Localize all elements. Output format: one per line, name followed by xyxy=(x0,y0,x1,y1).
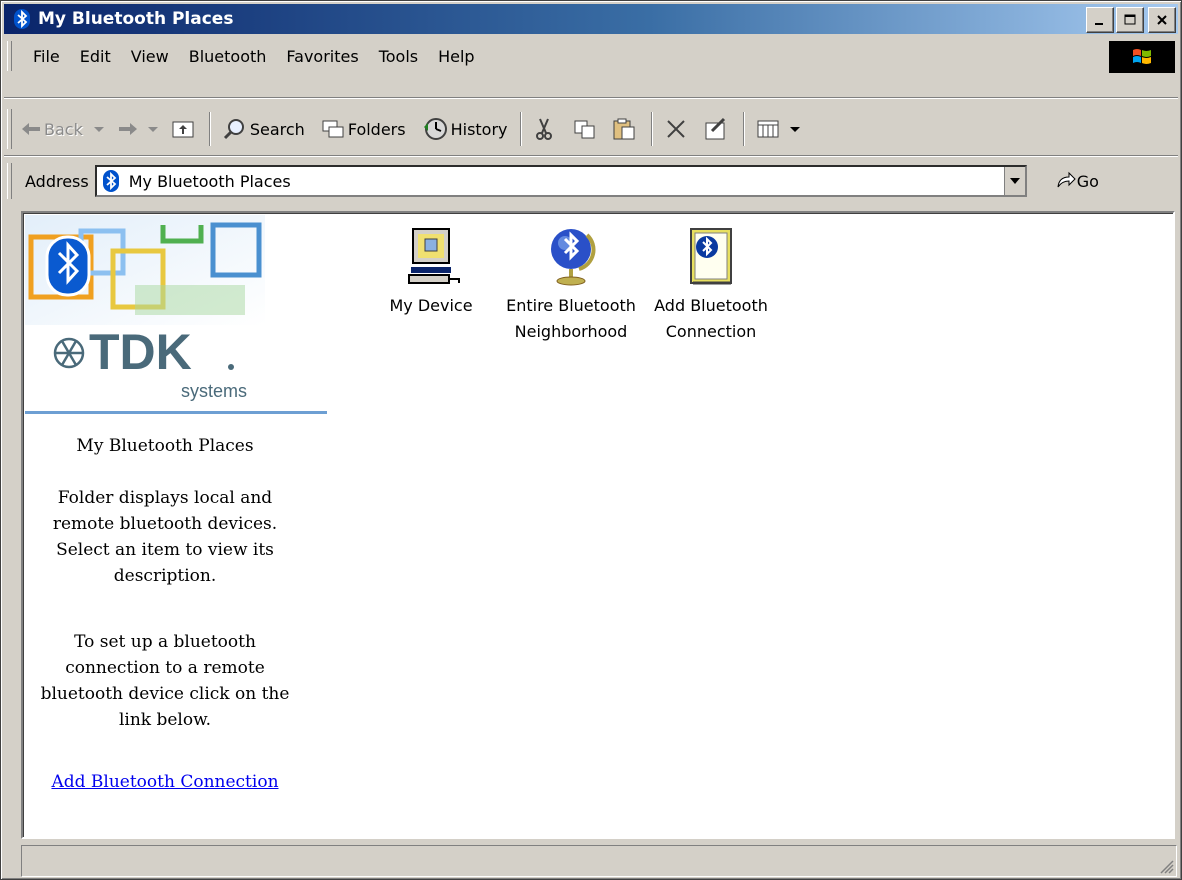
go-label: Go xyxy=(1076,171,1099,191)
folders-button[interactable]: Folders xyxy=(317,107,410,151)
toolbar-separator xyxy=(650,112,653,146)
back-label: Back xyxy=(44,119,83,139)
bluetooth-icon xyxy=(14,9,30,29)
folder-item-add-bluetooth-connection[interactable]: Add Bluetooth Connection xyxy=(641,225,781,345)
menu-bar: File Edit View Bluetooth Favorites Tools… xyxy=(17,39,1177,73)
menu-tools[interactable]: Tools xyxy=(369,47,428,66)
pane-description: Folder displays local and remote bluetoo… xyxy=(52,488,278,586)
menu-file[interactable]: File xyxy=(17,47,70,66)
address-label: Address xyxy=(25,171,89,191)
scissors-icon xyxy=(535,118,552,140)
properties-icon xyxy=(705,117,725,140)
bluetooth-icon xyxy=(102,170,119,192)
up-folder-button[interactable] xyxy=(168,107,201,151)
history-label: History xyxy=(450,119,508,139)
folders-icon xyxy=(322,120,344,138)
paste-button[interactable] xyxy=(608,107,643,151)
delete-x-icon xyxy=(666,120,685,138)
menubar-grip[interactable] xyxy=(7,41,12,71)
resize-grip-icon[interactable] xyxy=(1158,858,1174,874)
back-button[interactable]: Back xyxy=(17,107,114,151)
title-bar[interactable]: My Bluetooth Places xyxy=(4,4,1178,34)
folder-item-entire-bluetooth-neighborhood[interactable]: Entire Bluetooth Neighborhood xyxy=(501,225,641,345)
separator xyxy=(4,155,1178,157)
web-view-pane: TDK systems My Bluetooth Places Folder d… xyxy=(25,215,327,835)
views-icon xyxy=(757,120,779,138)
forward-arrow-icon xyxy=(118,123,137,135)
toolbar-separator xyxy=(742,112,745,146)
window-title: My Bluetooth Places xyxy=(38,9,234,29)
addressbar-grip[interactable] xyxy=(7,163,12,199)
minimize-icon xyxy=(1095,23,1103,25)
pane-instructions: To set up a bluetooth connection to a re… xyxy=(40,632,290,730)
history-icon xyxy=(423,118,447,140)
search-button[interactable]: Search xyxy=(219,107,309,151)
cut-button[interactable] xyxy=(530,107,561,151)
status-bar xyxy=(21,845,1177,877)
windows-logo-icon xyxy=(1109,41,1175,73)
address-field[interactable]: My Bluetooth Places xyxy=(94,165,1027,197)
maximize-icon xyxy=(1124,14,1136,25)
toolbar-separator xyxy=(208,112,211,146)
maximize-button[interactable] xyxy=(1116,7,1144,33)
chevron-down-icon xyxy=(1009,178,1020,184)
menu-edit[interactable]: Edit xyxy=(70,47,121,66)
search-icon xyxy=(223,119,244,140)
menu-bluetooth[interactable]: Bluetooth xyxy=(179,47,277,66)
item-label: Add Bluetooth Connection xyxy=(654,296,768,341)
folder-item-my-device[interactable]: My Device xyxy=(361,225,501,319)
menu-view[interactable]: View xyxy=(121,47,179,66)
copy-button[interactable] xyxy=(569,107,604,151)
minimize-button[interactable] xyxy=(1086,7,1114,33)
explorer-window: My Bluetooth Places File Edit View Bluet… xyxy=(0,0,1182,880)
address-bar: Address My Bluetooth Places Go xyxy=(17,159,1177,203)
toolbar-grip[interactable] xyxy=(7,109,12,149)
close-button[interactable] xyxy=(1148,7,1176,33)
close-icon xyxy=(1157,15,1167,25)
paste-icon xyxy=(613,118,635,140)
toolbar-separator xyxy=(519,112,522,146)
forward-button[interactable] xyxy=(114,107,168,151)
item-label: My Device xyxy=(389,296,473,315)
separator xyxy=(4,97,1178,99)
delete-button[interactable] xyxy=(661,107,694,151)
computer-icon xyxy=(408,228,460,284)
back-arrow-icon xyxy=(22,123,40,135)
brand-sub-text: systems xyxy=(181,381,247,401)
item-label: Entire Bluetooth Neighborhood xyxy=(506,296,636,341)
brand-logo-text: TDK xyxy=(89,324,192,380)
menu-help[interactable]: Help xyxy=(428,47,484,66)
up-folder-icon xyxy=(172,121,194,138)
bluetooth-globe-icon xyxy=(551,229,596,286)
divider xyxy=(25,411,327,414)
go-arrow-icon xyxy=(1057,171,1076,188)
properties-button[interactable] xyxy=(700,107,735,151)
chevron-down-icon xyxy=(93,127,104,132)
add-connection-link[interactable]: Add Bluetooth Connection xyxy=(25,769,305,795)
folder-content[interactable]: TDK systems My Bluetooth Places Folder d… xyxy=(21,211,1175,839)
bluetooth-logo-banner: TDK systems xyxy=(25,215,265,401)
copy-icon xyxy=(574,120,595,139)
address-dropdown-button[interactable] xyxy=(1003,167,1025,195)
address-value: My Bluetooth Places xyxy=(128,171,291,191)
views-button[interactable] xyxy=(753,107,809,151)
tdk-banner: TDK systems xyxy=(25,215,327,411)
chevron-down-icon xyxy=(789,127,800,132)
tdk-logo: TDK systems xyxy=(53,324,247,401)
chevron-down-icon xyxy=(147,127,158,132)
pane-title: My Bluetooth Places xyxy=(76,436,254,456)
add-connection-icon xyxy=(690,228,732,285)
menu-favorites[interactable]: Favorites xyxy=(276,47,368,66)
standard-toolbar: Back Search Folders History xyxy=(17,105,1177,153)
history-button[interactable]: History xyxy=(418,107,512,151)
folders-label: Folders xyxy=(347,119,406,139)
search-label: Search xyxy=(249,119,305,139)
go-button[interactable]: Go xyxy=(1055,171,1099,191)
